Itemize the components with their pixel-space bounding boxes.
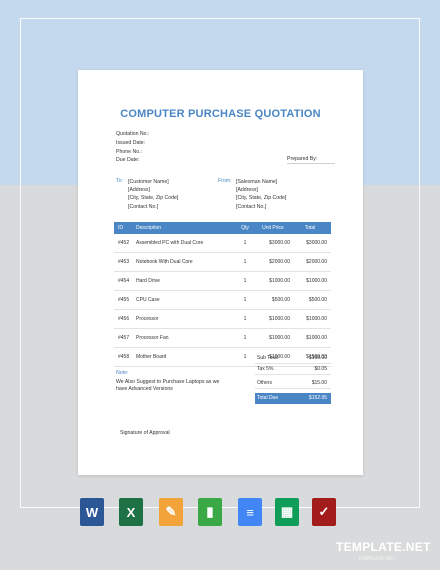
header-unit-price: Unit Price [262,225,284,231]
quotation-meta: Quotation No.: Issued Date: Phone No.: D… [116,130,149,165]
cell-id: #456 [118,316,130,322]
cell-unit-price: $1000.00 [269,316,290,322]
due-date-label: Due Date: [116,157,140,164]
quotation-no-label: Quotation No.: [116,131,150,137]
customer-name: [Customer Name] [128,179,169,185]
from-address: [Salesman Name] [Address] [City, State, … [236,178,286,211]
table-row: #454 Hard Drive 1 $1000.00 $1000.00 [114,272,331,291]
tax-value: $0.05 [314,365,327,372]
note-text: We Also Suggest to Purchase Laptops as w… [116,379,220,392]
app-icon-row: W X ✎ ▮ ≡ ▦ ✓ [0,498,440,528]
others-label: Others [257,379,273,386]
cell-id: #452 [118,240,130,246]
cell-description: Assembled PC with Dual Core [136,240,204,246]
google-docs-icon[interactable]: ≡ [238,498,262,526]
from-label: From: [218,178,232,184]
salesman-address: [Address] [236,187,258,194]
signature-label: Signature of Approval [120,430,170,436]
header-id: ID [118,225,123,231]
to-address: [Customer Name] [Address] [City, State, … [128,178,178,211]
google-sheets-icon[interactable]: ▦ [275,498,299,526]
cell-total: $1000.00 [306,335,327,341]
phone-no-label: Phone No.: [116,148,142,155]
numbers-icon[interactable]: ▮ [198,498,222,526]
salesman-city: [City, State, Zip Code] [236,195,287,202]
cell-description: Processor Fan [136,335,169,341]
others-row: Others $15.00 [255,378,331,389]
cell-description: Mother Board [136,354,167,360]
cell-total: $500.00 [308,297,327,303]
pdf-icon[interactable]: ✓ [312,498,336,526]
subtotal-value: $168.00 [308,354,327,361]
cell-qty: 1 [243,354,247,360]
tax-row: Tax 5% $0.05 [255,364,331,375]
header-qty: Qty [241,225,249,231]
prepared-by-line [287,163,335,164]
cell-unit-price: $1000.00 [269,278,290,284]
cell-id: #457 [118,335,130,341]
header-description: Description [136,225,162,231]
cell-description: Notebook With Dual Core [136,259,193,265]
cell-id: #455 [118,297,130,303]
excel-icon[interactable]: X [119,498,143,526]
document-title: COMPUTER PURCHASE QUOTATION [120,108,321,120]
cell-unit-price: $500.00 [271,297,290,303]
cell-qty: 1 [243,335,247,341]
subtotal-label: Sub Total [257,354,278,361]
header-total: Total [304,225,316,231]
cell-total: $2000.00 [306,259,327,265]
cell-qty: 1 [243,297,247,303]
cell-description: Processor [136,316,159,322]
customer-city: [City, State, Zip Code] [128,195,179,202]
cell-description: Hard Drive [136,278,160,284]
table-header: ID Description Qty Unit Price Total [114,222,331,234]
items-table: ID Description Qty Unit Price Total #452… [114,222,331,367]
table-row: #457 Processor Fan 1 $1000.00 $1000.00 [114,329,331,348]
cell-unit-price: $3000.00 [269,240,290,246]
template-net-logo: TEMPLATE.NET [336,540,431,554]
cell-qty: 1 [243,240,247,246]
cell-description: CPU Case [136,297,160,303]
table-row: #453 Notebook With Dual Core 1 $2000.00 … [114,253,331,272]
table-row: #455 CPU Case 1 $500.00 $500.00 [114,291,331,310]
total-due-value: $152.95 [308,395,327,402]
table-row: #452 Assembled PC with Dual Core 1 $3000… [114,234,331,253]
salesman-contact: [Contact No.] [236,203,267,210]
total-due-row: Total Due $152.95 [255,393,331,404]
cell-unit-price: $1000.00 [269,335,290,341]
customer-contact: [Contact No.] [128,203,159,210]
cell-qty: 1 [243,316,247,322]
word-icon[interactable]: W [80,498,104,526]
cell-qty: 1 [243,259,247,265]
cell-total: $1000.00 [306,278,327,284]
cell-unit-price: $2000.00 [269,259,290,265]
tax-label: Tax 5% [257,365,274,372]
table-row: #456 Processor 1 $1000.00 $1000.00 [114,310,331,329]
total-due-label: Total Due [257,395,279,402]
cell-qty: 1 [243,278,247,284]
cell-id: #458 [118,354,130,360]
template-net-sublogo: TEMPLATE.NET [358,556,396,562]
others-value: $15.00 [311,379,327,386]
note-label: Note: [116,370,129,376]
quotation-document: COMPUTER PURCHASE QUOTATION Quotation No… [78,70,363,475]
prepared-by-label: Prepared By: [287,156,318,162]
cell-id: #453 [118,259,130,265]
issued-date-label: Issued Date: [116,139,146,146]
cell-id: #454 [118,278,130,284]
cell-total: $1000.00 [306,316,327,322]
customer-address: [Address] [128,187,150,194]
to-label: To: [116,178,123,184]
salesman-name: [Salesman Name] [236,179,278,185]
cell-total: $3000.00 [306,240,327,246]
subtotal-row: Sub Total $168.00 [255,353,331,364]
pages-icon[interactable]: ✎ [159,498,183,526]
